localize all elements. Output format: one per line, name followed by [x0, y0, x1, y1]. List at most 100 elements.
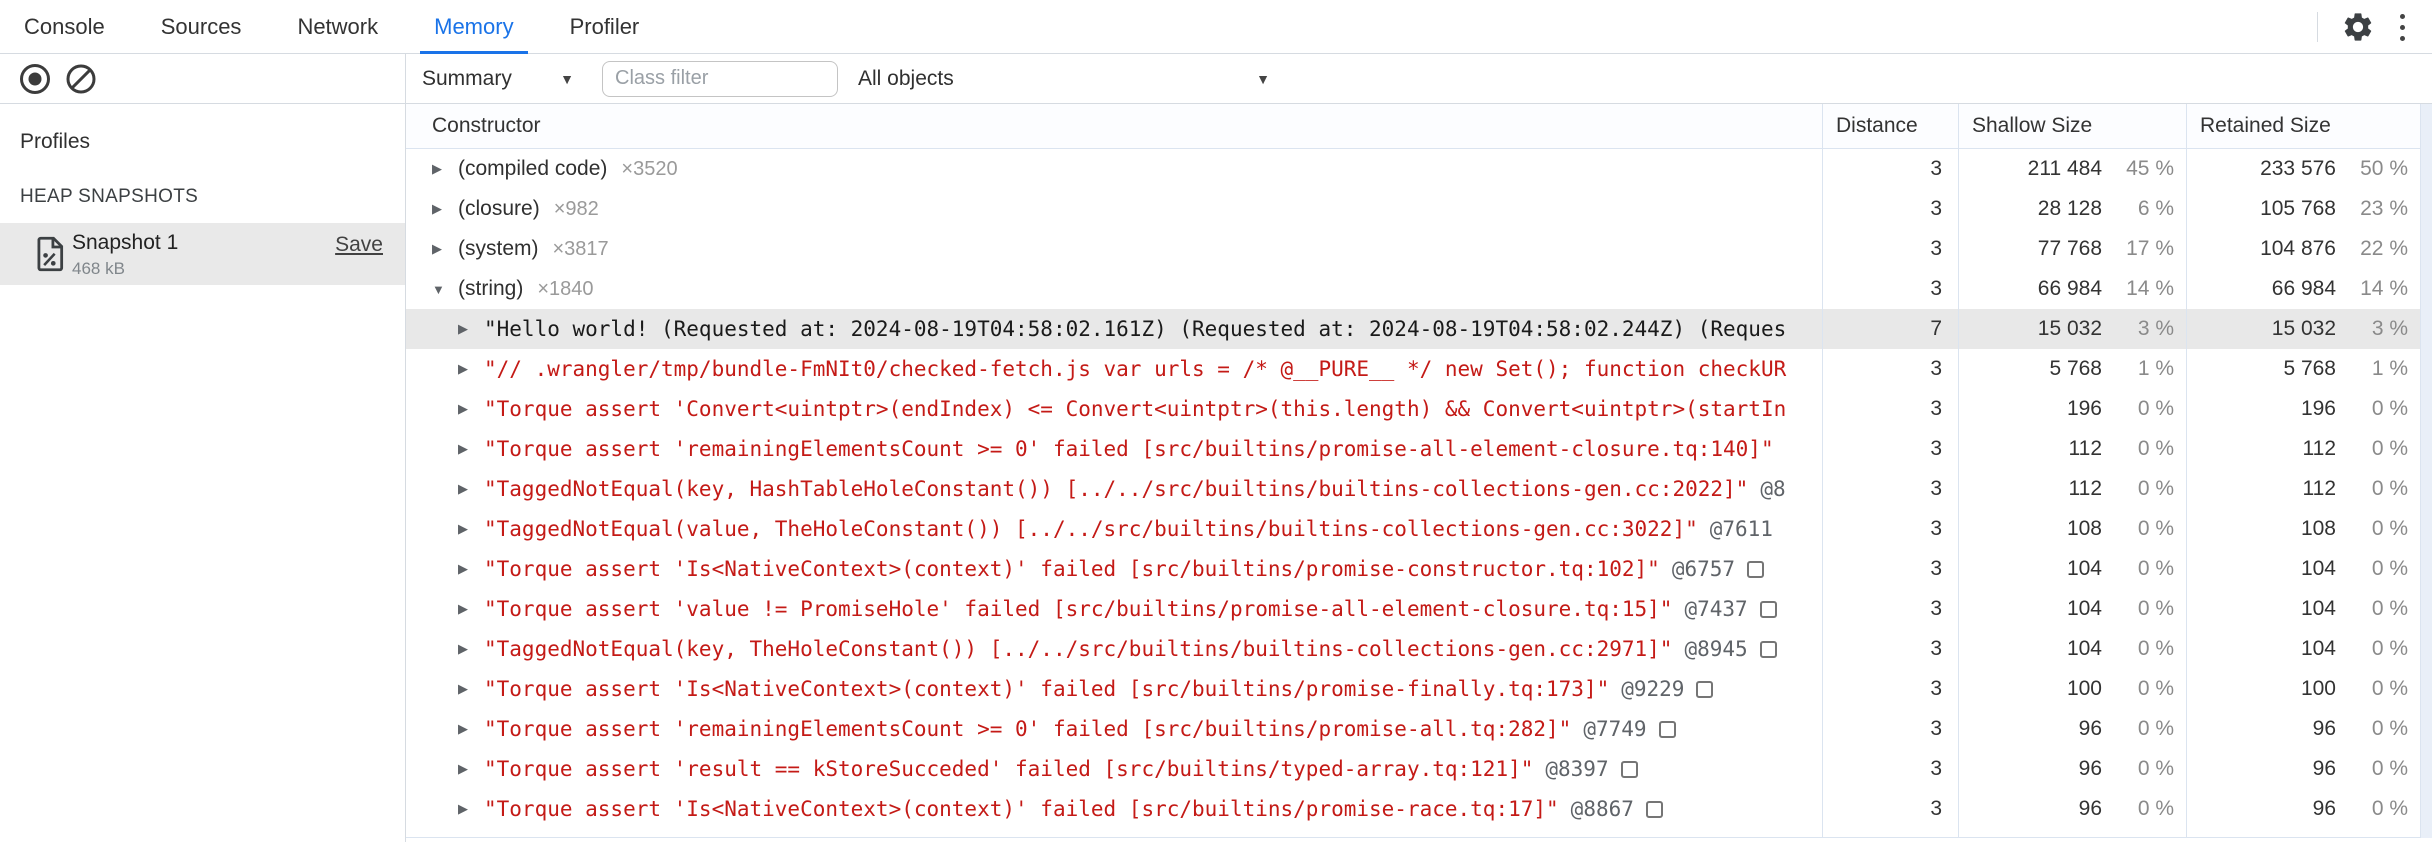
size-percent: 0 %: [2137, 397, 2174, 420]
disclosure-triangle-icon[interactable]: ▶: [432, 201, 446, 217]
column-header-distance[interactable]: Distance: [1822, 114, 1958, 138]
disclosure-triangle-icon[interactable]: ▶: [458, 801, 472, 817]
size-percent: 0 %: [2137, 637, 2174, 660]
retained-size-cell: 66 984 14 %: [2186, 269, 2420, 309]
table-row[interactable]: ▶ "Torque assert 'Convert<uintptr>(endInd…: [406, 389, 2432, 429]
size-value: 100: [2066, 677, 2102, 700]
tab-console[interactable]: Console: [10, 0, 119, 54]
size-value: 104 876: [2260, 237, 2336, 260]
column-header-shallow-size[interactable]: Shallow Size: [1958, 114, 2186, 138]
constructor-cell: ▼ (string) ×1840: [406, 269, 1822, 309]
table-row[interactable]: ▶ "Torque assert 'Is<NativeContext>(conte…: [406, 549, 2432, 589]
record-heap-snapshot-button[interactable]: [18, 62, 52, 96]
table-row[interactable]: ▶ (system) ×3817 3 77 768 17 % 104 876 22 %: [406, 229, 2432, 269]
shallow-size-cell: 96 0 %: [1958, 709, 2186, 749]
object-marker-icon: [1747, 560, 1765, 578]
disclosure-triangle-icon[interactable]: ▶: [458, 441, 472, 457]
disclosure-triangle-icon[interactable]: ▶: [458, 601, 472, 617]
size-percent: 0 %: [2137, 717, 2174, 740]
size-value: 112: [2068, 477, 2102, 500]
column-header-retained-size[interactable]: Retained Size: [2186, 114, 2420, 138]
table-row[interactable]: ▶ "Torque assert 'value != PromiseHole' f…: [406, 589, 2432, 629]
table-row[interactable]: ▶ "// .wrangler/tmp/bundle-FmNIt0/checked…: [406, 349, 2432, 389]
tab-sources[interactable]: Sources: [147, 0, 256, 54]
shallow-size-cell: 5 768 1 %: [1958, 349, 2186, 389]
devtools-tabbar: Console Sources Network Memory Profiler: [0, 0, 2432, 54]
constructor-cell: ▶ (compiled code) ×3520: [406, 149, 1822, 189]
size-percent: 0 %: [2137, 757, 2174, 780]
distance-cell: 3: [1930, 477, 1942, 500]
snapshot-name: Snapshot 1: [72, 231, 179, 254]
retained-size-cell: 112 0 %: [2186, 469, 2420, 509]
disclosure-triangle-icon[interactable]: ▶: [458, 761, 472, 777]
shallow-size-cell: 15 032 3 %: [1958, 309, 2186, 349]
disclosure-triangle-icon[interactable]: ▶: [458, 721, 472, 737]
size-percent: 6 %: [2137, 197, 2174, 220]
string-value: "TaggedNotEqual(key, HashTableHoleConsta…: [484, 477, 1749, 501]
size-percent: 0 %: [2137, 517, 2174, 540]
disclosure-triangle-icon[interactable]: ▶: [432, 161, 446, 177]
disclosure-triangle-icon[interactable]: ▼: [432, 282, 446, 297]
table-row[interactable]: ▶ "Torque assert 'Is<NativeContext>(conte…: [406, 789, 2432, 829]
table-row[interactable]: ▶ (compiled code) ×3520 3 211 484 45 % 233 576…: [406, 149, 2432, 189]
settings-button[interactable]: [2336, 5, 2380, 49]
class-filter-input[interactable]: [602, 60, 838, 97]
disclosure-triangle-icon[interactable]: ▶: [458, 401, 472, 417]
tab-profiler[interactable]: Profiler: [556, 0, 654, 54]
more-options-button[interactable]: [2380, 5, 2424, 49]
tab-network[interactable]: Network: [283, 0, 392, 54]
size-percent: 0 %: [2371, 557, 2408, 580]
scrollbar-track[interactable]: [2420, 104, 2432, 838]
disclosure-triangle-icon[interactable]: ▶: [458, 641, 472, 657]
table-row[interactable]: ▶ "Torque assert 'Is<NativeContext>(conte…: [406, 669, 2432, 709]
size-value: 96: [2312, 797, 2336, 820]
disclosure-triangle-icon[interactable]: ▶: [458, 681, 472, 697]
string-value: "Torque assert 'remainingElementsCount >…: [484, 437, 1774, 461]
toolbar-divider: [2317, 12, 2318, 42]
disclosure-triangle-icon[interactable]: ▶: [432, 241, 446, 257]
shallow-size-cell: 100 0 %: [1958, 669, 2186, 709]
constructor-cell: ▶ "Torque assert 'value != PromiseHole' f…: [406, 589, 1822, 629]
clear-profiles-button[interactable]: [64, 62, 98, 96]
snapshot-save-link[interactable]: Save: [335, 233, 383, 257]
objects-scope-select[interactable]: All objects ▼: [858, 54, 1270, 104]
table-row[interactable]: ▶ "TaggedNotEqual(value, TheHoleConstant(…: [406, 509, 2432, 549]
tab-memory[interactable]: Memory: [420, 0, 528, 54]
size-value: 196: [2066, 397, 2102, 420]
perspective-select[interactable]: Summary ▼: [422, 54, 574, 104]
size-percent: 0 %: [2371, 637, 2408, 660]
disclosure-triangle-icon[interactable]: ▶: [458, 561, 472, 577]
disclosure-triangle-icon[interactable]: ▶: [458, 361, 472, 377]
size-percent: 3 %: [2137, 317, 2174, 340]
column-header-constructor[interactable]: Constructor: [406, 114, 1822, 138]
disclosure-triangle-icon[interactable]: ▶: [458, 321, 472, 337]
size-percent: 0 %: [2137, 437, 2174, 460]
table-row[interactable]: ▶ "Torque assert 'remainingElementsCount …: [406, 709, 2432, 749]
object-id: @8397: [1545, 757, 1609, 781]
constructor-cell: ▶ "TaggedNotEqual(key, HashTableHoleConst…: [406, 469, 1822, 509]
size-value: 112: [2302, 437, 2336, 460]
size-value: 233 576: [2260, 157, 2336, 180]
distance-cell: 3: [1930, 797, 1942, 820]
table-row[interactable]: ▶ "TaggedNotEqual(key, TheHoleConstant())…: [406, 629, 2432, 669]
gear-icon: [2341, 10, 2375, 44]
constructor-cell: ▶ "TaggedNotEqual(value, TheHoleConstant(…: [406, 509, 1822, 549]
table-row[interactable]: ▶ "Torque assert 'remainingElementsCount …: [406, 429, 2432, 469]
table-row[interactable]: ▼ (string) ×1840 3 66 984 14 % 66 984 14 %: [406, 269, 2432, 309]
snapshot-list-item[interactable]: Snapshot 1 468 kB Save: [0, 223, 405, 285]
table-row[interactable]: ▶ (closure) ×982 3 28 128 6 % 105 768 23 %: [406, 189, 2432, 229]
distance-cell: 3: [1930, 157, 1942, 180]
retained-size-cell: 105 768 23 %: [2186, 189, 2420, 229]
table-row[interactable]: ▶ "Torque assert 'result == kStoreSuccede…: [406, 749, 2432, 789]
distance-cell: 3: [1930, 717, 1942, 740]
tabbar-actions: [2317, 0, 2424, 54]
disclosure-triangle-icon[interactable]: ▶: [458, 481, 472, 497]
table-row[interactable]: ▶ "Hello world! (Requested at: 2024-08-19…: [406, 309, 2432, 349]
disclosure-triangle-icon[interactable]: ▶: [458, 521, 472, 537]
table-row[interactable]: ▶ "TaggedNotEqual(key, HashTableHoleConst…: [406, 469, 2432, 509]
string-value: "TaggedNotEqual(value, TheHoleConstant()…: [484, 517, 1698, 541]
distance-cell: 3: [1930, 197, 1942, 220]
size-percent: 0 %: [2371, 677, 2408, 700]
size-value: 77 768: [2037, 237, 2102, 260]
object-id: @8: [1760, 477, 1786, 501]
